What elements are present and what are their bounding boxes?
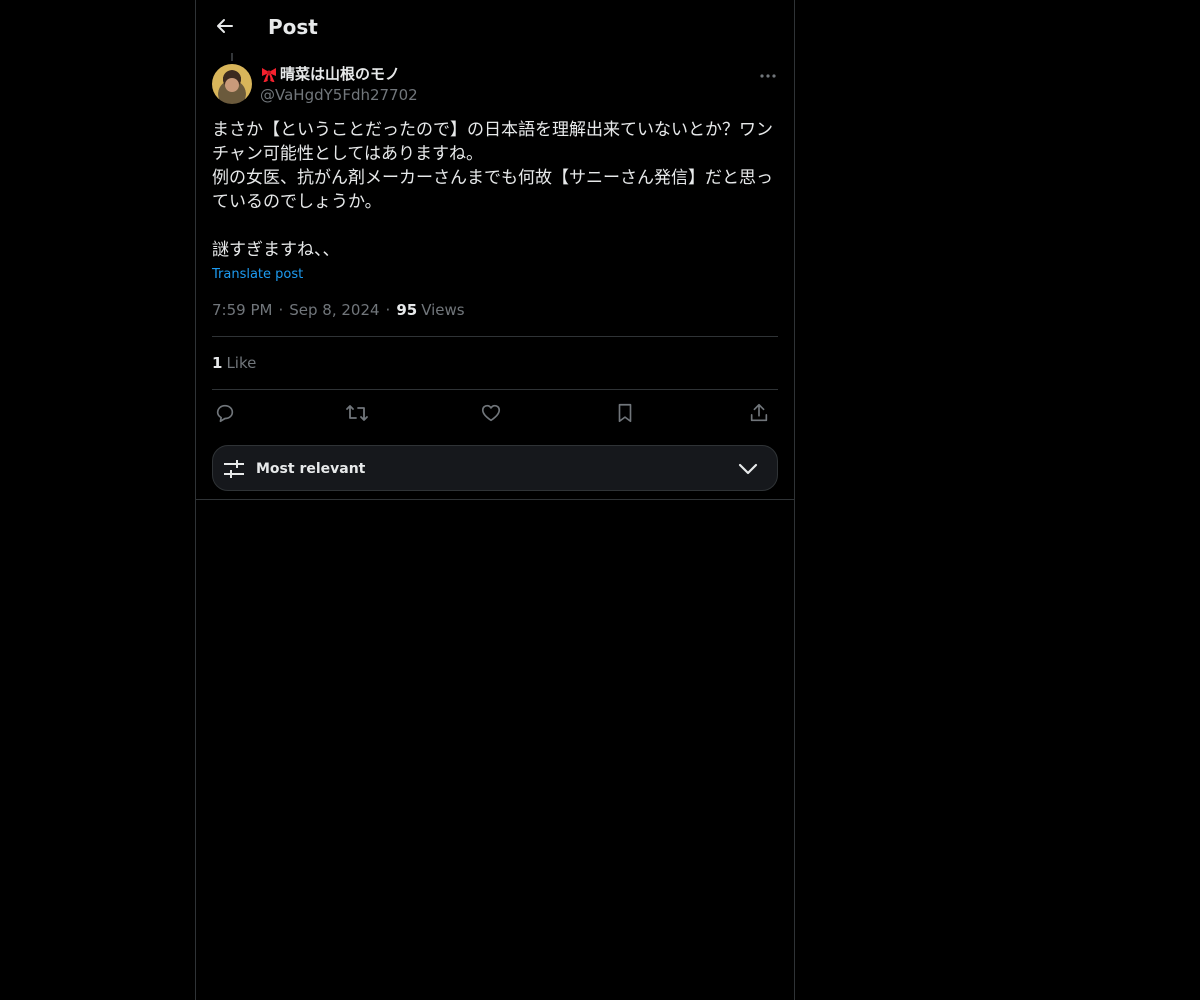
- author-display-name: 晴菜は山根のモノ: [280, 65, 401, 83]
- section-bottom-border: [196, 499, 794, 500]
- divider: [212, 336, 778, 337]
- avatar-face: [225, 78, 239, 92]
- post-metadata: 7:59 PM · Sep 8, 2024 · 95 Views: [212, 300, 465, 320]
- author-handle[interactable]: @VaHgdY5Fdh27702: [260, 84, 418, 106]
- meta-separator: ·: [385, 301, 391, 319]
- more-dots-icon: [760, 74, 776, 78]
- views-label: Views: [421, 301, 465, 319]
- chevron-down-icon: [738, 463, 758, 475]
- share-icon: [750, 403, 768, 422]
- avatar[interactable]: [212, 64, 252, 104]
- back-button[interactable]: [208, 9, 242, 43]
- likes-stat[interactable]: 1 Like: [212, 353, 256, 373]
- sliders-icon: [224, 460, 244, 478]
- translate-post-link[interactable]: Translate post: [212, 266, 303, 284]
- ribbon-icon: [262, 68, 276, 82]
- author-name-row[interactable]: 晴菜は山根のモノ: [260, 64, 418, 84]
- likes-count: 1: [212, 354, 223, 372]
- like-icon: [481, 404, 501, 422]
- reply-button[interactable]: [212, 400, 238, 426]
- main-column: Post 晴菜は山根のモノ @VaHgdY5Fdh27702 まさか【ということ…: [195, 0, 795, 1000]
- share-button[interactable]: [746, 400, 772, 426]
- reply-sort-dropdown[interactable]: Most relevant: [212, 445, 778, 491]
- repost-icon: [346, 405, 368, 421]
- bookmark-icon: [618, 403, 632, 423]
- page-header: Post: [196, 0, 794, 53]
- sort-label: Most relevant: [256, 461, 366, 477]
- bookmark-button[interactable]: [612, 400, 638, 426]
- repost-button[interactable]: [344, 400, 370, 426]
- meta-separator: ·: [278, 301, 284, 319]
- like-button[interactable]: [478, 400, 504, 426]
- arrow-left-icon: [217, 19, 233, 33]
- reply-icon: [216, 404, 234, 423]
- post-text: まさか【ということだったので】の日本語を理解出来ていないとか？ワンチャン可能性と…: [212, 120, 773, 260]
- thread-connector-line: [231, 53, 233, 61]
- action-bar: [212, 400, 778, 426]
- page-title: Post: [268, 15, 318, 39]
- post-time[interactable]: 7:59 PM: [212, 300, 272, 320]
- more-options-button[interactable]: [756, 66, 780, 86]
- likes-label: Like: [226, 354, 257, 372]
- divider: [212, 389, 778, 390]
- post-date[interactable]: Sep 8, 2024: [289, 300, 379, 320]
- author-info: 晴菜は山根のモノ @VaHgdY5Fdh27702: [260, 64, 418, 106]
- views-count: 95: [396, 301, 418, 319]
